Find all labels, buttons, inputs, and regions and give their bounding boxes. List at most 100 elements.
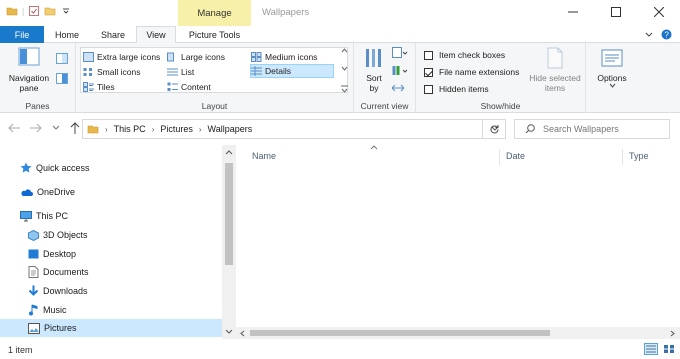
- file-name-extensions-option[interactable]: File name extensions: [424, 67, 519, 77]
- layout-tiles[interactable]: Tiles: [83, 80, 115, 94]
- nav-item-pictures[interactable]: Pictures: [0, 319, 222, 337]
- chevron-down-icon[interactable]: [645, 31, 653, 39]
- layout-gallery: Extra large icons Large icons Medium ico…: [80, 47, 348, 93]
- list-icon: [167, 68, 178, 76]
- navigation-pane-button[interactable]: Navigation pane: [6, 47, 52, 97]
- group-by-icon[interactable]: [392, 47, 408, 59]
- navigation-pane-scroll-thumb[interactable]: [225, 163, 233, 265]
- preview-pane-icon[interactable]: [56, 53, 68, 64]
- folder-icon: [6, 7, 18, 16]
- breadcrumb-wallpapers[interactable]: Wallpapers: [208, 124, 253, 134]
- scroll-left-icon[interactable]: [239, 330, 245, 337]
- breadcrumb-separator[interactable]: ›: [105, 125, 108, 134]
- scroll-down-icon[interactable]: [225, 329, 233, 335]
- file-name-extensions-checkbox[interactable]: [424, 67, 433, 77]
- item-check-boxes-option[interactable]: Item check boxes: [424, 50, 505, 60]
- hidden-items-checkbox[interactable]: [424, 84, 433, 94]
- nav-item-documents[interactable]: Documents: [0, 263, 222, 281]
- size-columns-icon[interactable]: [392, 83, 404, 93]
- manage-context-tab[interactable]: Manage: [178, 0, 251, 26]
- breadcrumb-separator[interactable]: ›: [152, 125, 155, 134]
- forward-icon[interactable]: [30, 123, 42, 133]
- tab-view[interactable]: View: [136, 26, 176, 44]
- close-button[interactable]: [637, 0, 680, 24]
- layout-extra-large-icons[interactable]: Extra large icons: [83, 50, 160, 64]
- expand-gallery-icon: [341, 85, 348, 93]
- layout-list[interactable]: List: [167, 65, 194, 79]
- sort-ascending-icon: [370, 145, 378, 150]
- column-header-type[interactable]: Type: [629, 151, 649, 161]
- up-icon[interactable]: [70, 122, 80, 134]
- breadcrumb-separator[interactable]: ›: [199, 125, 202, 134]
- scroll-up-icon[interactable]: [225, 149, 233, 155]
- qat-dropdown-icon[interactable]: [60, 5, 72, 17]
- layout-details[interactable]: Details: [250, 64, 334, 78]
- layout-medium-icons[interactable]: Medium icons: [251, 50, 317, 64]
- small-icons-icon: [83, 68, 92, 76]
- nav-label-downloads: Downloads: [43, 286, 88, 296]
- properties-icon[interactable]: [28, 5, 40, 17]
- chevron-up-icon: [341, 48, 348, 53]
- breadcrumb-pictures[interactable]: Pictures: [160, 124, 193, 134]
- hide-selected-items-button[interactable]: Hide selected items: [526, 47, 584, 93]
- tiles-icon: [83, 82, 94, 92]
- column-header-date[interactable]: Date: [506, 151, 525, 161]
- layout-tiles-label: Tiles: [97, 82, 115, 92]
- search-box[interactable]: Search Wallpapers: [514, 119, 670, 139]
- nav-label-this-pc: This PC: [36, 211, 69, 221]
- tab-home[interactable]: Home: [46, 26, 88, 43]
- download-icon: [28, 285, 39, 296]
- new-folder-icon[interactable]: [44, 5, 56, 17]
- details-pane-icon[interactable]: [56, 73, 68, 84]
- cube-icon: [28, 229, 39, 241]
- nav-item-onedrive[interactable]: OneDrive: [0, 183, 222, 201]
- details-view-toggle[interactable]: [644, 343, 658, 355]
- nav-item-music[interactable]: Music: [0, 301, 222, 319]
- large-icons-view-toggle[interactable]: [662, 343, 676, 355]
- breadcrumb-this-pc[interactable]: This PC: [114, 124, 146, 134]
- add-columns-icon[interactable]: [392, 65, 408, 77]
- hidden-items-option[interactable]: Hidden items: [424, 84, 489, 94]
- help-icon[interactable]: ?: [661, 29, 672, 40]
- tab-share[interactable]: Share: [92, 26, 134, 43]
- nav-item-desktop[interactable]: Desktop: [0, 245, 222, 263]
- recent-locations-icon[interactable]: [52, 125, 60, 131]
- hidden-items-label: Hidden items: [439, 84, 489, 94]
- navigation-pane: Quick access OneDrive This PC 3D Objects…: [0, 145, 236, 339]
- nav-item-quick-access[interactable]: Quick access: [0, 159, 222, 177]
- address-bar[interactable]: › This PC › Pictures › Wallpapers: [82, 119, 506, 139]
- navigation-pane-scrollbar[interactable]: [222, 145, 236, 339]
- scroll-right-icon[interactable]: [670, 330, 676, 337]
- sort-by-button[interactable]: Sort by: [360, 47, 388, 93]
- minimize-button[interactable]: [551, 0, 594, 24]
- back-icon[interactable]: [8, 123, 20, 133]
- file-list-horizontal-scrollbar[interactable]: [236, 327, 680, 339]
- nav-label-music: Music: [43, 305, 67, 315]
- nav-item-3d-objects[interactable]: 3D Objects: [0, 226, 222, 244]
- layout-gallery-scroll[interactable]: [340, 47, 349, 93]
- layout-large-icons[interactable]: Large icons: [167, 50, 225, 64]
- refresh-button[interactable]: [482, 119, 506, 139]
- options-button[interactable]: Options: [592, 47, 632, 88]
- nav-item-this-pc[interactable]: This PC: [0, 207, 222, 225]
- tab-file[interactable]: File: [0, 26, 44, 43]
- layout-large-label: Large icons: [181, 52, 225, 62]
- options-group: Options: [586, 43, 636, 113]
- file-list-scroll-thumb[interactable]: [250, 330, 550, 336]
- sort-icon: [366, 49, 381, 67]
- nav-item-downloads[interactable]: Downloads: [0, 282, 222, 300]
- layout-small-icons[interactable]: Small icons: [83, 65, 140, 79]
- layout-extra-large-label: Extra large icons: [97, 52, 161, 62]
- maximize-button[interactable]: [594, 0, 637, 24]
- column-header-name[interactable]: Name: [252, 151, 276, 161]
- column-divider[interactable]: [499, 149, 500, 165]
- hide-selected-label-line2: items: [544, 83, 566, 93]
- layout-content[interactable]: Content: [167, 80, 211, 94]
- extra-large-icons-icon: [83, 52, 94, 62]
- file-list: Name Date Type: [236, 145, 680, 339]
- layout-content-label: Content: [181, 82, 211, 92]
- tab-picture-tools[interactable]: Picture Tools: [178, 26, 251, 43]
- item-check-boxes-checkbox[interactable]: [424, 50, 433, 60]
- sort-by-label-line2: by: [369, 83, 379, 93]
- column-divider[interactable]: [622, 149, 623, 165]
